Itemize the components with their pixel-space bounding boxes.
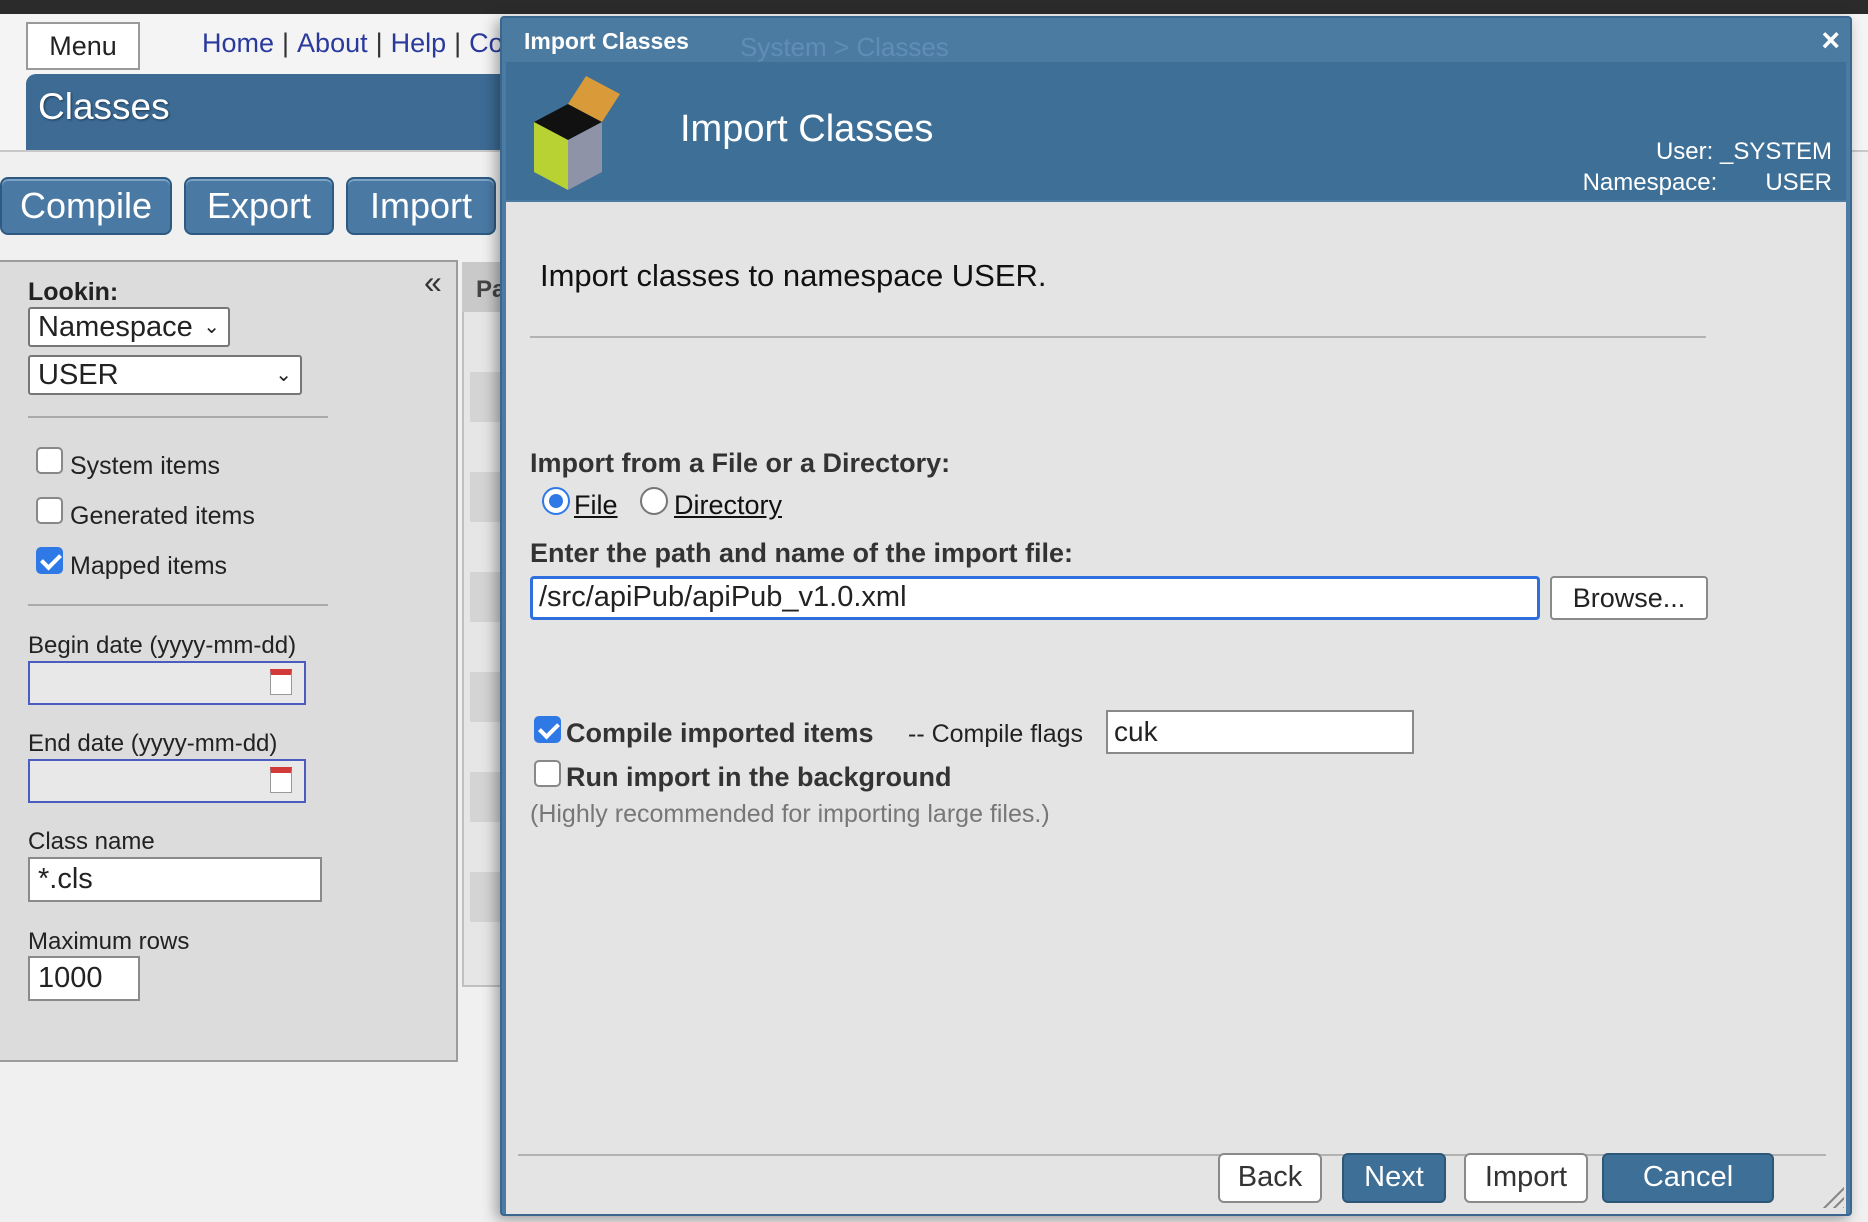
- user-value: _SYSTEM: [1719, 138, 1832, 165]
- max-rows-input[interactable]: 1000: [28, 956, 140, 1001]
- calendar-icon[interactable]: [270, 767, 292, 793]
- header-title: Import Classes: [680, 108, 934, 150]
- namespace-select-value: USER: [38, 359, 119, 391]
- max-rows-label: Maximum rows: [28, 928, 190, 955]
- next-button[interactable]: Next: [1342, 1153, 1446, 1203]
- path-label: Enter the path and name of the import fi…: [530, 538, 1074, 568]
- import-classes-dialog: Import Classes System > Classes × Import…: [500, 16, 1852, 1216]
- class-name-input[interactable]: *.cls: [28, 857, 322, 902]
- generated-items-checkbox[interactable]: [36, 497, 63, 524]
- page-title-bar: Classes: [26, 74, 526, 150]
- dialog-titlebar[interactable]: Import Classes System > Classes ×: [502, 18, 1850, 62]
- compile-flags-input[interactable]: cuk: [1106, 710, 1414, 754]
- mapped-items-checkbox[interactable]: [36, 547, 63, 574]
- page-title: Classes: [38, 86, 170, 127]
- nav-separator: |: [375, 28, 383, 58]
- lookin-label: Lookin:: [28, 278, 119, 306]
- user-label: User:: [1655, 138, 1714, 165]
- user-info: User: _SYSTEM Namespace: USER: [1583, 136, 1832, 198]
- cube-logo-icon: [534, 76, 620, 190]
- nav-separator: |: [454, 28, 462, 58]
- end-date-input[interactable]: [28, 759, 306, 803]
- system-items-label: System items: [70, 452, 221, 480]
- directory-radio[interactable]: [640, 487, 668, 515]
- nav-link-home[interactable]: Home: [202, 28, 274, 58]
- source-label: Import from a File or a Directory:: [530, 448, 951, 478]
- run-background-checkbox[interactable]: [534, 760, 561, 787]
- divider: [530, 336, 1706, 338]
- menu-button[interactable]: Menu: [26, 22, 140, 70]
- run-background-label: Run import in the background: [566, 762, 952, 792]
- calendar-icon[interactable]: [270, 669, 292, 695]
- namespace-value: USER: [1765, 169, 1832, 196]
- dialog-title: Import Classes: [524, 28, 689, 54]
- class-name-label: Class name: [28, 828, 155, 855]
- end-date-label: End date (yyyy-mm-dd): [28, 730, 278, 757]
- begin-date-input[interactable]: [28, 661, 306, 705]
- chevron-down-icon: ⌄: [203, 316, 220, 338]
- dialog-body: Import classes to namespace USER. Import…: [506, 202, 1846, 1214]
- export-button[interactable]: Export: [184, 177, 334, 235]
- import-path-input[interactable]: /src/apiPub/apiPub_v1.0.xml: [530, 576, 1540, 620]
- browse-button[interactable]: Browse...: [1550, 576, 1708, 620]
- mapped-items-label: Mapped items: [70, 552, 228, 580]
- nav-link-help[interactable]: Help: [391, 28, 447, 58]
- top-nav-links: Home | About | Help | Cont: [202, 28, 526, 59]
- namespace-label: Namespace:: [1582, 169, 1718, 196]
- collapse-sidebar-icon[interactable]: «: [424, 264, 442, 301]
- dialog-header: Import Classes User: _SYSTEM Namespace: U…: [506, 62, 1846, 200]
- background-hint: (Highly recommended for importing large …: [530, 800, 1050, 828]
- breadcrumb: System > Classes: [740, 32, 949, 62]
- lookin-select[interactable]: Namespace ⌄: [28, 307, 230, 347]
- file-radio[interactable]: [542, 487, 570, 515]
- chevron-down-icon: ⌄: [275, 364, 292, 386]
- file-radio-label[interactable]: File: [574, 490, 618, 521]
- divider: [28, 604, 328, 606]
- import-command-button[interactable]: Import: [346, 177, 496, 235]
- compile-imported-label: Compile imported items: [566, 718, 874, 748]
- compile-imported-checkbox[interactable]: [534, 716, 561, 743]
- directory-radio-label[interactable]: Directory: [674, 490, 782, 521]
- system-items-checkbox[interactable]: [36, 447, 63, 474]
- lookin-select-value: Namespace: [38, 311, 193, 343]
- browser-top-strip: [0, 0, 1868, 14]
- namespace-select[interactable]: USER ⌄: [28, 355, 302, 395]
- import-button[interactable]: Import: [1464, 1153, 1588, 1203]
- cancel-button[interactable]: Cancel: [1602, 1153, 1774, 1203]
- close-icon[interactable]: ×: [1821, 22, 1840, 59]
- begin-date-label: Begin date (yyyy-mm-dd): [28, 632, 297, 659]
- nav-link-about[interactable]: About: [297, 28, 368, 58]
- nav-separator: |: [282, 28, 290, 58]
- compile-flags-label: -- Compile flags: [908, 720, 1084, 748]
- generated-items-label: Generated items: [70, 502, 255, 530]
- intro-text: Import classes to namespace USER.: [540, 258, 1047, 293]
- compile-button[interactable]: Compile: [0, 177, 172, 235]
- back-button[interactable]: Back: [1218, 1153, 1322, 1203]
- divider: [28, 416, 328, 418]
